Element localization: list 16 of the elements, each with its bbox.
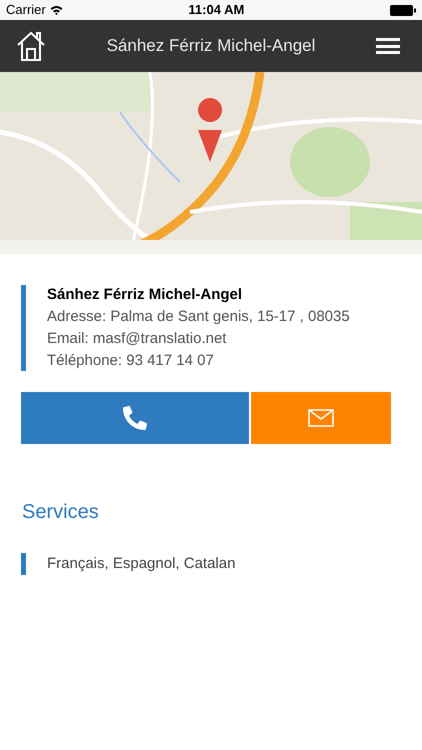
mail-icon bbox=[308, 409, 334, 427]
contact-detail: Email: masf@translatio.net bbox=[47, 329, 228, 349]
contact-detail: Adresse: Palma de Sant genis, 15-17 , 08035 bbox=[47, 307, 350, 327]
battery-icon bbox=[390, 4, 416, 16]
contact-detail: Téléphone: 93 417 14 07 bbox=[47, 351, 215, 371]
header-title: Sánhez Férriz Michel-Angel bbox=[106, 35, 316, 58]
status-time: 11:04 AM bbox=[187, 1, 246, 20]
service-item: Français, Espagnol, Catalan bbox=[47, 554, 236, 574]
accent-bar bbox=[21, 553, 26, 575]
wifi-icon bbox=[50, 5, 63, 15]
carrier-name: Carrier bbox=[6, 1, 46, 20]
contact-name: Sánhez Férriz Michel-Angel bbox=[47, 285, 244, 305]
phone-icon bbox=[123, 406, 147, 430]
services-heading: Services bbox=[22, 500, 100, 525]
home-icon[interactable] bbox=[16, 30, 46, 62]
menu-icon[interactable] bbox=[376, 38, 400, 54]
